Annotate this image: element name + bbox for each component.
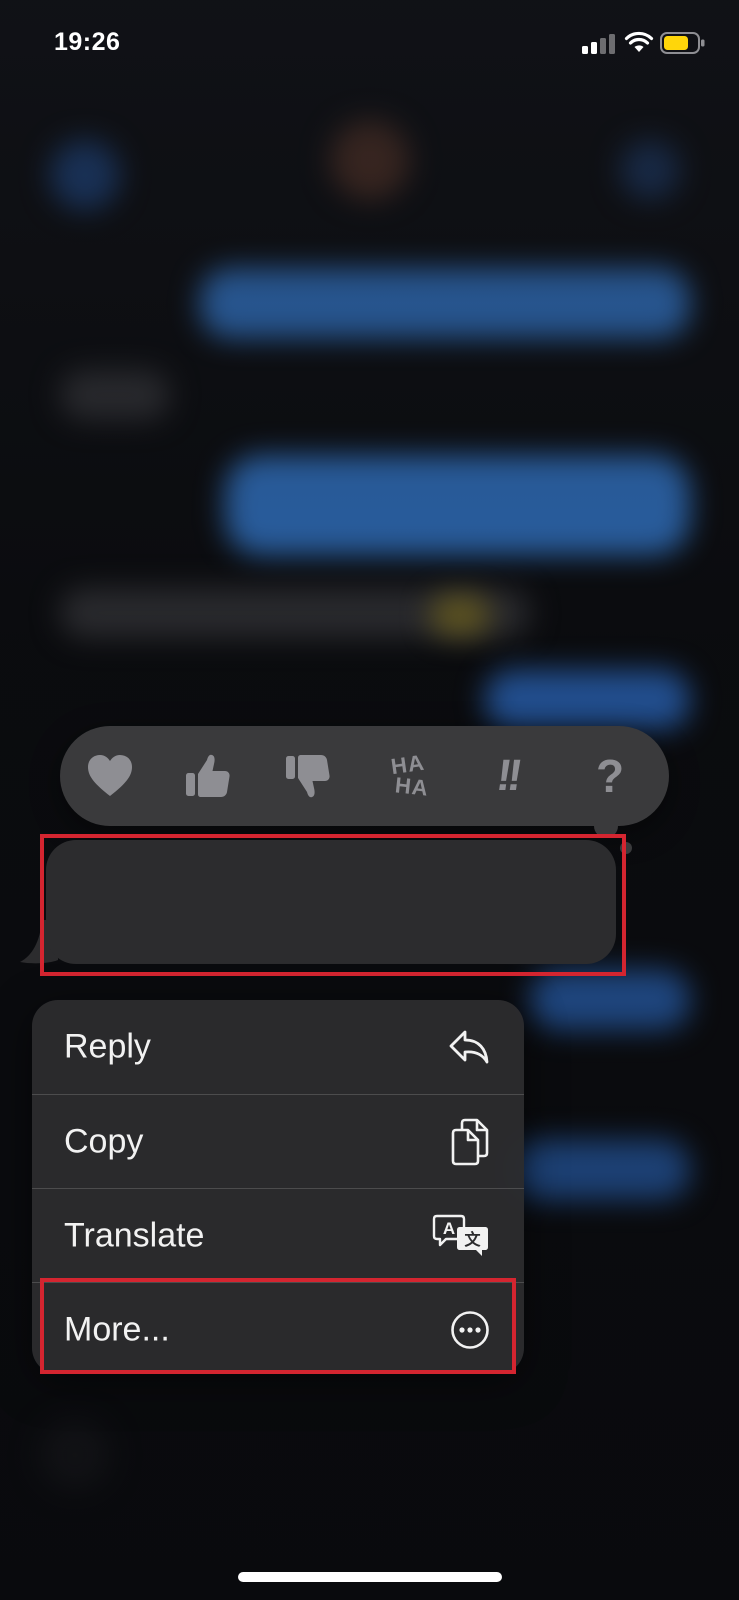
thumbs-up-reaction-button[interactable]: [180, 750, 236, 802]
tapback-reaction-bar: HA HA !! ?: [60, 726, 669, 826]
translate-icon: A 文: [432, 1214, 488, 1256]
heart-icon: [88, 755, 132, 796]
heart-reaction-button[interactable]: [82, 750, 138, 802]
svg-text:文: 文: [464, 1230, 481, 1249]
menu-item-reply[interactable]: Reply: [32, 1000, 524, 1094]
menu-item-label: Copy: [64, 1122, 144, 1161]
more-ellipsis-icon: [451, 1311, 489, 1349]
reaction-bar-tail-small: [620, 842, 632, 854]
menu-item-translate[interactable]: Translate A 文: [32, 1188, 524, 1283]
thumbs-down-icon: [286, 755, 330, 798]
question-reaction-button[interactable]: ?: [582, 750, 638, 802]
svg-text:A: A: [443, 1219, 455, 1238]
thumbs-up-icon: [186, 754, 230, 797]
menu-item-label: More...: [64, 1310, 170, 1349]
reaction-bar-tail-large: [594, 814, 618, 838]
status-time: 19:26: [54, 28, 121, 56]
battery-icon: [660, 32, 705, 54]
cellular-signal-icon: [582, 32, 616, 54]
thumbs-down-reaction-button[interactable]: [280, 750, 336, 802]
copy-icon: [451, 1118, 489, 1166]
status-bar: 19:26: [0, 0, 739, 90]
menu-item-copy[interactable]: Copy: [32, 1094, 524, 1189]
haha-icon: HA HA: [389, 749, 431, 801]
reply-arrow-icon: [449, 1030, 489, 1064]
question-icon: ?: [595, 750, 625, 802]
selected-message-bubble[interactable]: [46, 840, 616, 964]
message-context-menu: Reply Copy Translate A 文 More...: [32, 1000, 524, 1374]
menu-item-more[interactable]: More...: [32, 1282, 524, 1374]
wifi-icon: [624, 31, 654, 52]
menu-item-label: Translate: [64, 1216, 205, 1255]
menu-item-label: Reply: [64, 1027, 151, 1066]
haha-reaction-button[interactable]: HA HA: [380, 750, 436, 802]
home-indicator[interactable]: [238, 1572, 502, 1582]
exclamation-icon: !!: [493, 751, 523, 800]
emphasize-reaction-button[interactable]: !!: [480, 750, 536, 802]
